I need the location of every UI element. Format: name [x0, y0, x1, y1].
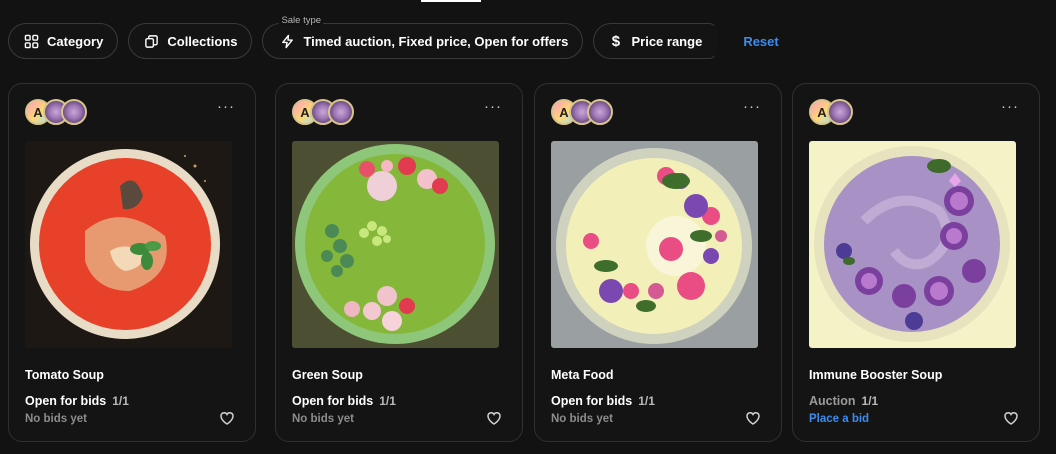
avatar[interactable] [61, 99, 87, 125]
sale-type-caption: Sale type [279, 15, 324, 26]
heart-icon[interactable] [219, 410, 235, 426]
artwork-image[interactable] [809, 141, 1016, 348]
category-filter-button[interactable]: Category [8, 23, 119, 59]
bid-info: No bids yet [551, 413, 613, 425]
category-filter-label: Category [47, 33, 104, 49]
nft-card[interactable]: ··· Meta Food Open for bids 1/1 No bids … [534, 83, 782, 442]
sale-status-label: Open for bids [292, 394, 374, 408]
place-bid-link[interactable]: Place a bid [809, 413, 869, 425]
dollar-icon: $ [611, 32, 621, 50]
more-dots-icon[interactable]: ··· [743, 99, 761, 114]
collections-icon [143, 33, 159, 49]
sale-status-label: Open for bids [25, 394, 107, 408]
card-title: Meta Food [551, 368, 614, 382]
sale-status: Open for bids 1/1 [292, 394, 396, 408]
filter-bar: Category Collections Sale type Timed auc… [8, 15, 779, 59]
avatar[interactable] [827, 99, 853, 125]
collections-filter-label: Collections [167, 33, 238, 49]
sale-status: Open for bids 1/1 [25, 394, 129, 408]
artwork-image[interactable] [25, 141, 232, 348]
sale-status: Auction 1/1 [809, 394, 878, 408]
sale-type-value: Timed auction, Fixed price, Open for off… [303, 33, 569, 49]
creator-avatars [809, 99, 853, 125]
heart-icon[interactable] [1003, 410, 1019, 426]
avatar[interactable] [328, 99, 354, 125]
nft-card[interactable]: ··· Green Soup Open for bids 1/1 No bids… [275, 83, 523, 442]
active-tab-indicator [421, 0, 481, 2]
bid-info: No bids yet [25, 413, 87, 425]
sale-status-label: Open for bids [551, 394, 633, 408]
more-dots-icon[interactable]: ··· [217, 99, 235, 114]
creator-avatars [551, 99, 613, 125]
reset-filters-link[interactable]: Reset [743, 34, 778, 49]
lightning-icon [279, 33, 295, 49]
heart-icon[interactable] [486, 410, 502, 426]
edition-count: 1/1 [379, 394, 396, 408]
creator-avatars [25, 99, 87, 125]
bid-info: No bids yet [292, 413, 354, 425]
edition-count: 1/1 [861, 394, 879, 408]
more-dots-icon[interactable]: ··· [484, 99, 502, 114]
sale-status-label: Auction [809, 394, 856, 408]
heart-icon[interactable] [745, 410, 761, 426]
card-title: Immune Booster Soup [809, 368, 943, 382]
price-range-label: Price range [631, 33, 703, 49]
edition-count: 1/1 [638, 394, 655, 408]
price-range-filter-button[interactable]: $ Price range [593, 23, 718, 59]
category-grid-icon [23, 33, 39, 49]
nft-card[interactable]: ··· Immune Booster Soup Auction 1/1 Plac… [792, 83, 1040, 442]
collections-filter-button[interactable]: Collections [128, 23, 253, 59]
more-dots-icon[interactable]: ··· [1001, 99, 1019, 114]
sale-type-filter-button[interactable]: Sale type Timed auction, Fixed price, Op… [262, 15, 584, 59]
card-title: Green Soup [292, 368, 363, 382]
creator-avatars [292, 99, 354, 125]
nft-card[interactable]: ··· Tomato Soup Open for bids 1/1 No bid… [8, 83, 256, 442]
sale-status: Open for bids 1/1 [551, 394, 655, 408]
card-title: Tomato Soup [25, 368, 104, 382]
artwork-image[interactable] [292, 141, 499, 348]
avatar[interactable] [587, 99, 613, 125]
artwork-image[interactable] [551, 141, 758, 348]
edition-count: 1/1 [112, 394, 129, 408]
